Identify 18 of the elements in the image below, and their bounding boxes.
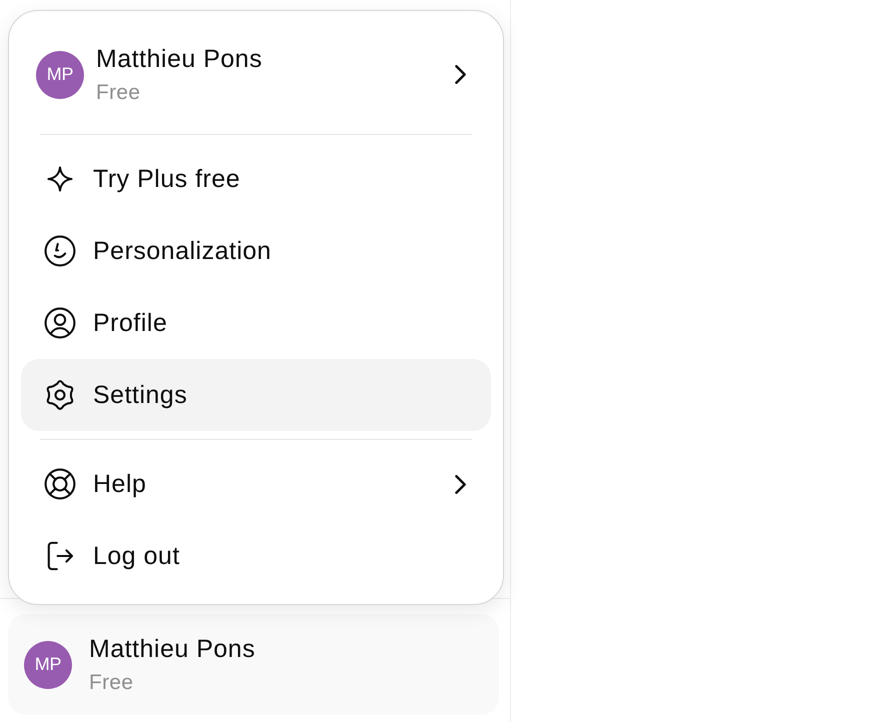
plan-label: Free [96, 80, 142, 106]
menu-item[interactable]: Try Plus free [21, 143, 491, 215]
menu-item[interactable]: Settings [21, 359, 491, 431]
smiling-face-icon [44, 235, 76, 267]
lifebuoy-icon [44, 468, 76, 500]
account-name: Matthieu Pons [96, 44, 262, 74]
user-name: Matthieu Pons [89, 634, 256, 664]
account-button[interactable]: MP Matthieu Pons Free [21, 23, 491, 126]
menu-item[interactable]: Profile [21, 287, 491, 359]
avatar-icon: MP [36, 50, 84, 98]
user-account-button[interactable]: MP Matthieu Pons Free [8, 614, 499, 715]
user-circle-icon [44, 307, 76, 339]
menu-item[interactable]: Log out [21, 520, 491, 592]
menu-item[interactable]: Help [21, 448, 491, 520]
menu-item[interactable]: Personalization [21, 215, 491, 287]
settings-icon [44, 379, 76, 411]
avatar-icon: MP [24, 640, 72, 688]
plan-label: Free [89, 670, 134, 696]
